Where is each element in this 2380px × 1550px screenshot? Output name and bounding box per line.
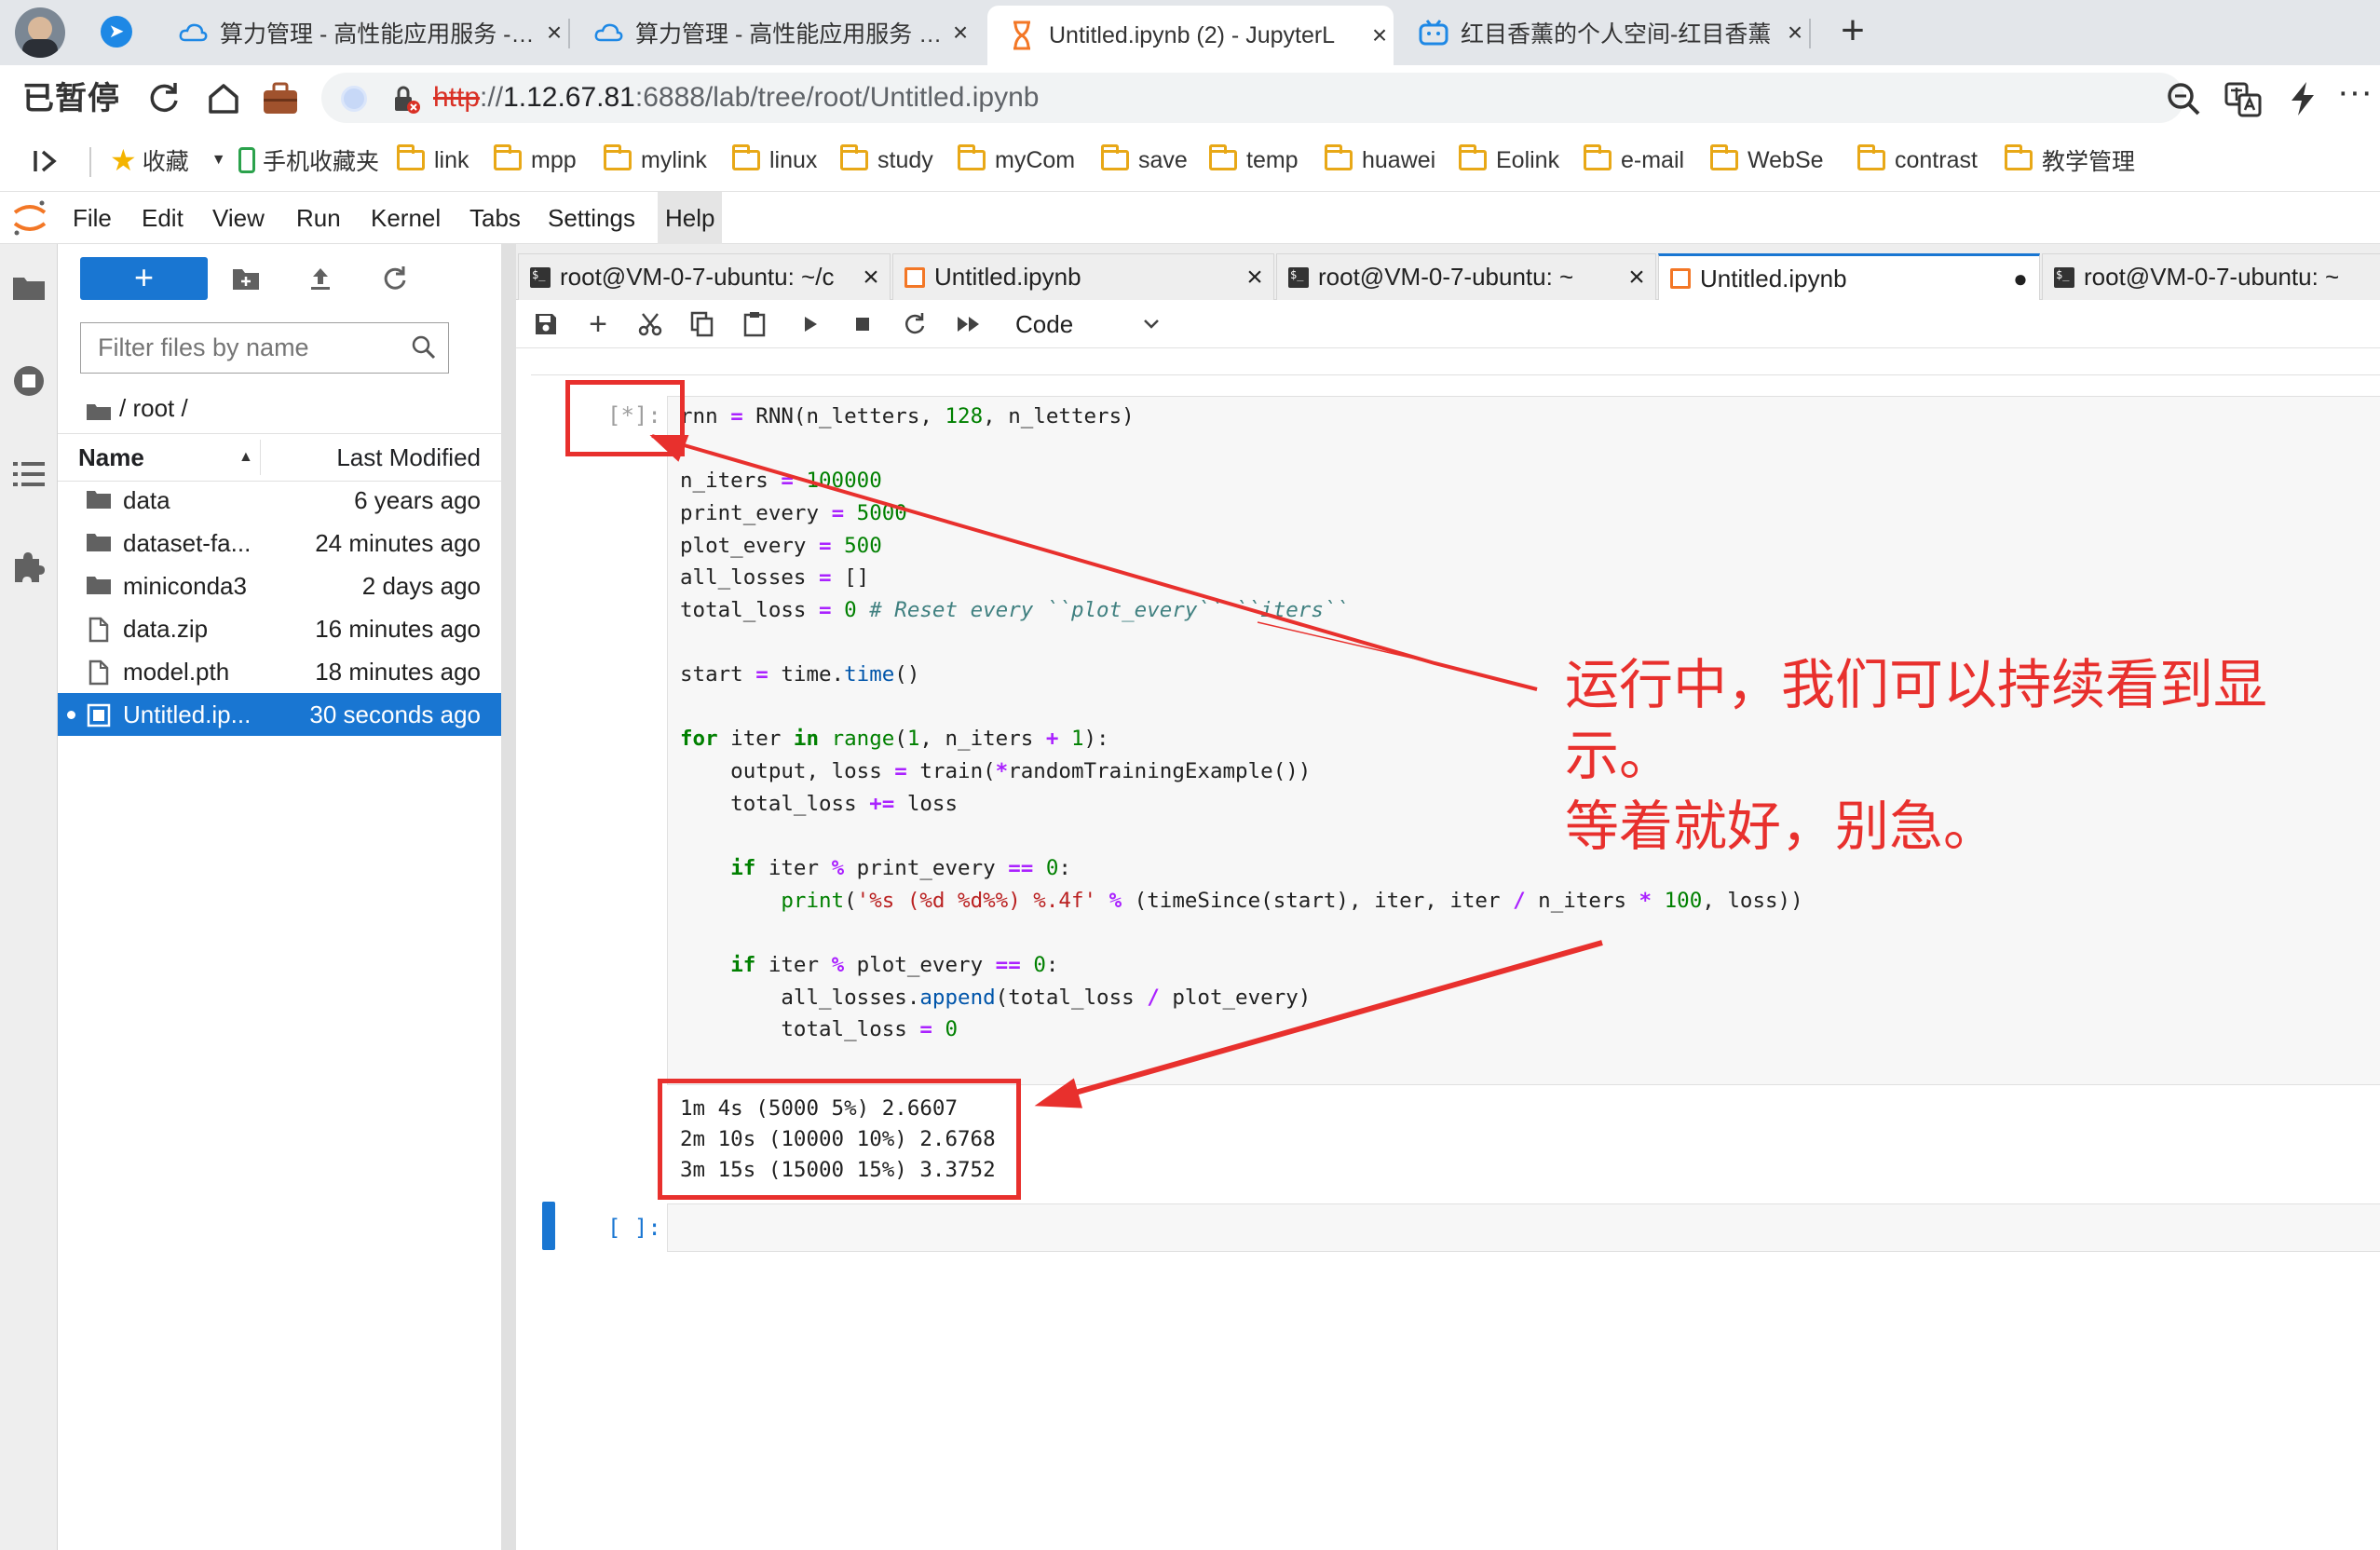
- annotation-note: 运行中，我们可以持续看到显示。 等着就好，别急。: [1565, 650, 2329, 863]
- annotation-line-1: 运行中，我们可以持续看到显示。: [1565, 655, 2268, 786]
- annotation-line-2: 等着就好，别急。: [1565, 796, 1998, 857]
